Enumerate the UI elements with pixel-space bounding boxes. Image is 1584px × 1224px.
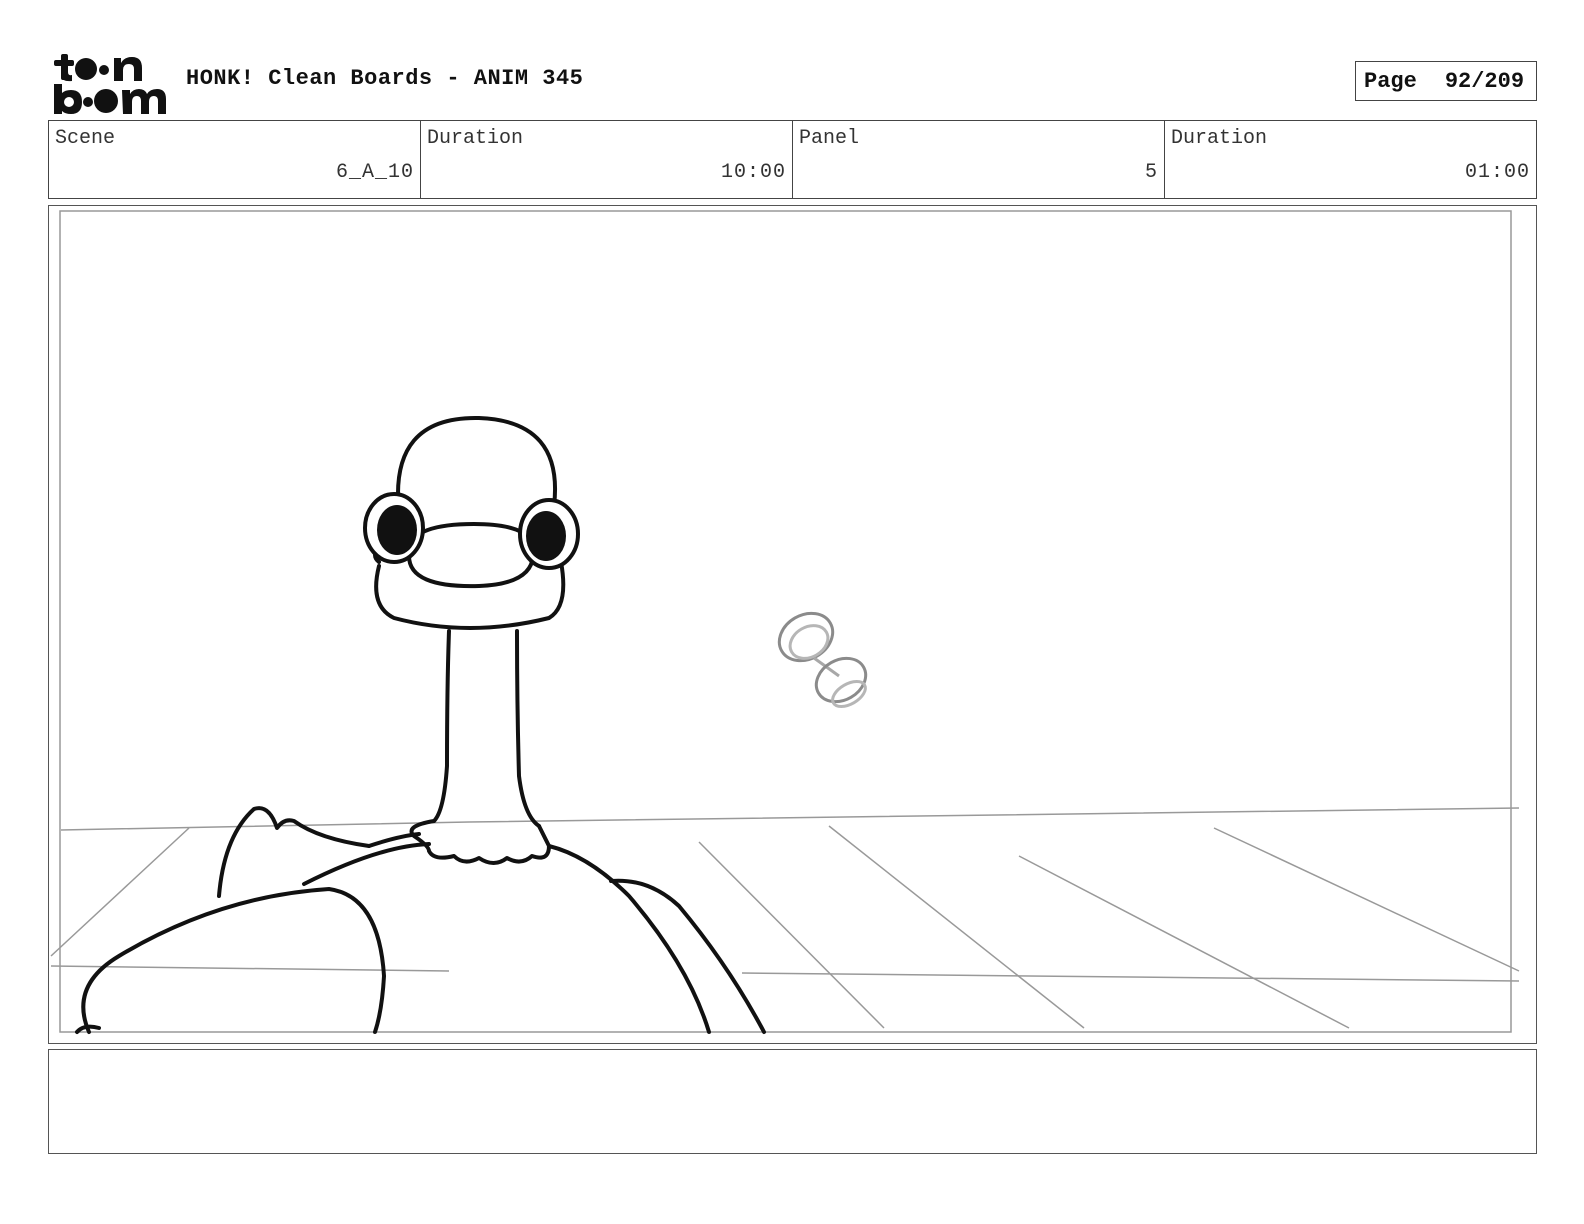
page-number: 92/209 [1444, 68, 1525, 94]
scene-duration-cell: Duration 10:00 [421, 121, 793, 198]
goose-character [75, 415, 766, 1034]
safe-frame [59, 210, 1512, 1033]
toon-boom-logo [54, 54, 166, 114]
panel-label: Panel [799, 127, 860, 150]
panel-duration-cell: Duration 01:00 [1165, 121, 1536, 198]
storyboard-panel [48, 205, 1537, 1044]
panel-duration-value: 01:00 [1464, 161, 1530, 184]
scene-cell: Scene 6_A_10 [49, 121, 421, 198]
scene-label: Scene [55, 127, 116, 150]
flying-object [777, 611, 868, 708]
page-label: Page [1364, 68, 1417, 94]
panel-notes-box [48, 1049, 1537, 1154]
page-indicator: Page 92/209 [1355, 61, 1537, 101]
document-title: HONK! Clean Boards - ANIM 345 [186, 66, 584, 91]
scene-duration-label: Duration [427, 127, 524, 150]
panel-cell: Panel 5 [793, 121, 1165, 198]
scene-value: 6_A_10 [335, 161, 414, 184]
floor-lines [50, 807, 1520, 1029]
panel-duration-label: Duration [1171, 127, 1268, 150]
panel-value: 5 [1144, 161, 1158, 184]
panel-drawing [50, 210, 1520, 1034]
scene-duration-value: 10:00 [720, 161, 786, 184]
panel-info-table: Scene 6_A_10 Duration 10:00 Panel 5 Dura… [48, 120, 1537, 199]
